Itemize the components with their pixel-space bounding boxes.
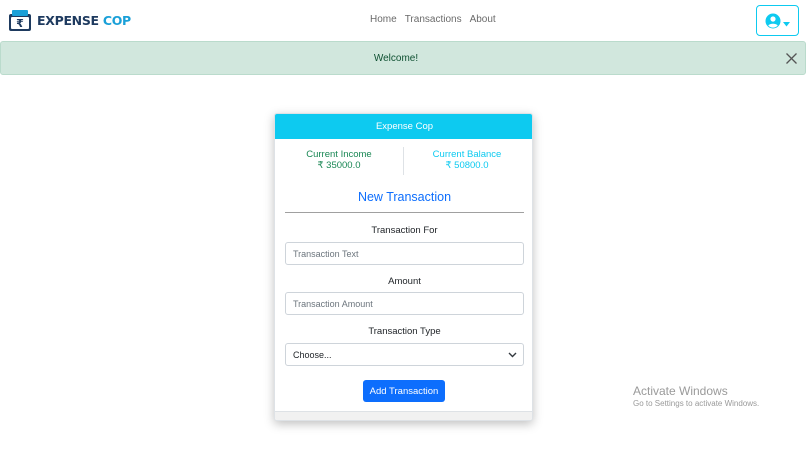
transaction-type-select[interactable]: Choose...: [285, 343, 524, 366]
brand[interactable]: ₹ EXPENSE COP: [7, 7, 131, 33]
chevron-down-icon: [508, 352, 517, 358]
brand-name: EXPENSE COP: [37, 12, 131, 28]
nav-link-transactions[interactable]: Transactions: [405, 14, 462, 25]
nav-links: Home Transactions About: [370, 14, 496, 25]
rupee-wallet-icon: ₹: [9, 10, 31, 31]
transaction-card: Expense Cop Current Income ₹ 35000.0 Cur…: [274, 113, 533, 421]
transaction-text-input[interactable]: [285, 242, 524, 265]
current-income-value: ₹ 35000.0: [317, 160, 361, 171]
user-circle-icon: [765, 13, 781, 28]
form-title: New Transaction: [357, 190, 452, 204]
user-menu-button[interactable]: [756, 5, 799, 36]
amount-label: Amount: [388, 276, 421, 287]
svg-text:₹: ₹: [16, 17, 24, 30]
activate-windows-subtitle: Go to Settings to activate Windows.: [633, 399, 760, 408]
navbar: ₹ EXPENSE COP Home Transactions About: [0, 0, 806, 41]
current-income: Current Income ₹ 35000.0: [275, 149, 403, 171]
nav-link-about[interactable]: About: [470, 14, 496, 25]
transaction-amount-input[interactable]: [285, 292, 524, 315]
form-divider: [285, 212, 524, 213]
card-header: Expense Cop: [275, 114, 532, 139]
transaction-type-value: Choose...: [293, 350, 332, 360]
nav-link-home[interactable]: Home: [370, 14, 397, 25]
current-balance: Current Balance ₹ 50800.0: [403, 149, 531, 171]
close-icon[interactable]: [785, 52, 798, 65]
current-income-label: Current Income: [306, 149, 372, 160]
current-balance-label: Current Balance: [432, 149, 502, 160]
card-footer: [275, 411, 532, 420]
activate-windows-title: Activate Windows: [633, 384, 728, 398]
add-transaction-button[interactable]: Add Transaction: [363, 380, 445, 402]
transaction-for-label: Transaction For: [371, 225, 438, 236]
transaction-type-label: Transaction Type: [368, 326, 441, 337]
current-balance-value: ₹ 50800.0: [445, 160, 489, 171]
caret-down-icon: [783, 22, 790, 27]
welcome-alert: Welcome!: [0, 41, 806, 75]
alert-message: Welcome!: [373, 53, 419, 64]
